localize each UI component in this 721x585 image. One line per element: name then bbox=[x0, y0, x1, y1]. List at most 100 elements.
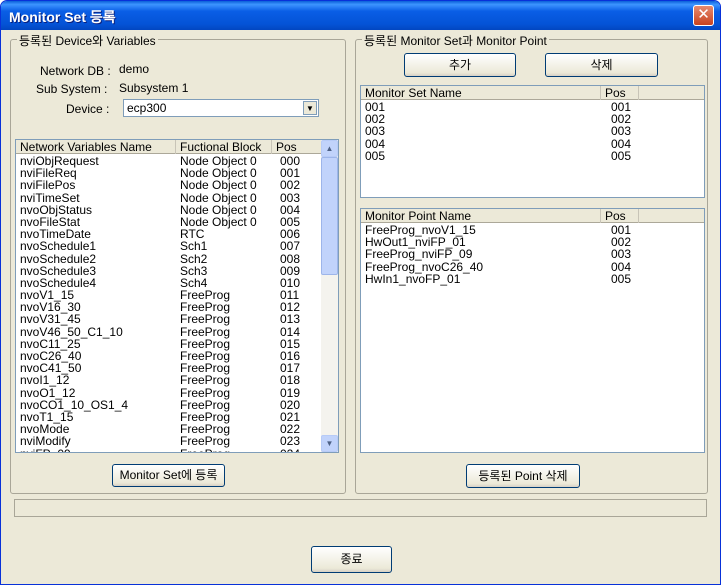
variable-row-cell: 017 bbox=[280, 361, 301, 376]
variable-row-cell: nvoC26_40 bbox=[20, 349, 82, 363]
monitor-set-row-cell: 005 bbox=[611, 148, 632, 163]
scroll-down-icon[interactable]: ▼ bbox=[321, 435, 338, 452]
monitor-point-row-cell: 005 bbox=[611, 271, 632, 286]
variable-row-cell: nviFileReq bbox=[20, 166, 77, 181]
monitor-set-row-cell: 004 bbox=[611, 136, 632, 151]
device-variables-group: 등록된 Device와 Variables Network DB : demo … bbox=[10, 32, 346, 494]
monitor-point-list-header: Monitor Point Name Pos bbox=[361, 209, 704, 223]
device-select[interactable]: ecp300 ▼ bbox=[123, 99, 319, 117]
variable-row-cell: FreeProg bbox=[180, 448, 230, 453]
column-header-set-pos[interactable]: Pos bbox=[601, 86, 639, 100]
variable-row-cell: 020 bbox=[280, 397, 301, 412]
variable-row-cell: nvoV16_30 bbox=[20, 300, 81, 315]
variable-row-cell: nvoI1_12 bbox=[20, 373, 70, 388]
monitor-set-list-header: Monitor Set Name Pos bbox=[361, 86, 704, 100]
add-button[interactable]: 추가 bbox=[404, 53, 516, 77]
variables-list[interactable]: Network Variables Name Fuctional Block P… bbox=[15, 139, 339, 453]
column-header-point-name[interactable]: Monitor Point Name bbox=[361, 209, 601, 223]
variable-row-cell: 018 bbox=[280, 373, 301, 388]
chevron-down-icon[interactable]: ▼ bbox=[303, 101, 317, 115]
monitor-set-row-cell: 003 bbox=[365, 124, 386, 139]
variable-row-cell: 008 bbox=[280, 251, 301, 266]
monitor-set-dialog: Monitor Set 등록 ✕ 등록된 Device와 Variables N… bbox=[0, 0, 721, 585]
monitor-set-group-title: 등록된 Monitor Set과 Monitor Point bbox=[362, 32, 549, 49]
variable-row-cell: 002 bbox=[280, 178, 301, 193]
variable-row-cell: 007 bbox=[280, 239, 301, 254]
device-select-value: ecp300 bbox=[127, 101, 167, 115]
scroll-up-icon[interactable]: ▲ bbox=[321, 140, 338, 157]
variable-row-cell: 005 bbox=[280, 214, 301, 229]
monitor-set-row-cell: 001 bbox=[611, 100, 632, 114]
variable-row-cell: nvoFileStat bbox=[20, 214, 81, 229]
variable-row-cell: RTC bbox=[180, 227, 205, 242]
column-header-set-name[interactable]: Monitor Set Name bbox=[361, 86, 601, 100]
monitor-set-list[interactable]: Monitor Set Name Pos 001 001 002 002 003 003 0… bbox=[360, 85, 705, 198]
variable-row-cell: FreeProg bbox=[180, 324, 231, 339]
variable-row-cell: FreeProg bbox=[180, 409, 231, 424]
monitor-point-row-cell: FreeProg_nvoC26_40 bbox=[365, 259, 484, 274]
dialog-client: 등록된 Device와 Variables Network DB : demo … bbox=[5, 30, 716, 582]
monitor-point-row-cell: 002 bbox=[611, 235, 632, 250]
column-header-block[interactable]: Fuctional Block bbox=[176, 140, 272, 154]
monitor-point-row-cell: HwIn1_nvoFP_01 bbox=[365, 271, 461, 286]
variable-row-cell: FreeProg bbox=[180, 361, 231, 376]
subsystem-label: Sub System : bbox=[36, 82, 108, 96]
monitor-set-row-cell: 001 bbox=[365, 100, 386, 114]
variable-row-cell: nviTimeSet bbox=[20, 190, 80, 205]
monitor-set-row-cell: 003 bbox=[611, 124, 632, 139]
variable-row-cell: FreeProg bbox=[180, 373, 231, 388]
delete-button[interactable]: 삭제 bbox=[545, 53, 658, 77]
close-window-button[interactable]: ✕ bbox=[693, 5, 714, 26]
variable-row-cell: nviFP_09 bbox=[20, 448, 71, 453]
variable-row-cell: nviObjRequest bbox=[20, 154, 99, 168]
variable-row-cell: FreeProg bbox=[180, 312, 231, 327]
column-header-point-pos[interactable]: Pos bbox=[601, 209, 639, 223]
variable-row-cell: Node Object 0 bbox=[180, 178, 257, 193]
variable-row-cell: 021 bbox=[280, 409, 301, 424]
variable-row-cell: nvoV46_50_C1_10 bbox=[20, 324, 123, 339]
variable-row-cell: 015 bbox=[280, 336, 301, 351]
column-header-name[interactable]: Network Variables Name bbox=[16, 140, 176, 154]
variable-row-cell: Node Object 0 bbox=[180, 190, 257, 205]
variable-row-cell: FreeProg bbox=[180, 336, 231, 351]
monitor-point-row-cell: 001 bbox=[611, 223, 632, 237]
variable-row-cell: 016 bbox=[280, 349, 301, 363]
variable-row-cell: 023 bbox=[280, 434, 301, 449]
variable-row-cell: 000 bbox=[280, 154, 301, 168]
title-bar[interactable]: Monitor Set 등록 ✕ bbox=[1, 1, 720, 30]
device-label: Device : bbox=[66, 102, 110, 116]
variable-row-cell: FreeProg bbox=[180, 397, 231, 412]
subsystem-value: Subsystem 1 bbox=[119, 81, 189, 95]
variable-row-cell: nvoMode bbox=[20, 422, 70, 437]
variable-row-cell: nviFilePos bbox=[20, 178, 76, 193]
status-bar bbox=[14, 499, 707, 517]
delete-point-button[interactable]: 등록된 Point 삭제 bbox=[466, 464, 580, 488]
device-variables-group-title: 등록된 Device와 Variables bbox=[17, 32, 158, 49]
variable-row-cell: nvoT1_15 bbox=[20, 409, 74, 424]
variable-row-cell: 024 bbox=[280, 448, 300, 453]
monitor-point-list[interactable]: Monitor Point Name Pos FreeProg_nvoV1_15… bbox=[360, 208, 705, 453]
variable-row-cell: 001 bbox=[280, 166, 301, 181]
variable-row-cell: 019 bbox=[280, 385, 301, 400]
variable-row-cell: FreeProg bbox=[180, 434, 231, 449]
variable-row-cell: nvoSchedule2 bbox=[20, 251, 97, 266]
variable-row-cell: Sch1 bbox=[180, 239, 208, 254]
variable-row-cell: FreeProg bbox=[180, 349, 231, 363]
variable-row-cell: Sch4 bbox=[180, 275, 208, 290]
variable-row-cell: 013 bbox=[280, 312, 301, 327]
variable-row-cell: nviModify bbox=[20, 434, 71, 449]
scroll-thumb[interactable] bbox=[321, 157, 338, 275]
variable-row-cell: nvoSchedule4 bbox=[20, 275, 97, 290]
monitor-set-row-cell: 002 bbox=[611, 112, 632, 127]
variable-row-cell: nvoV1_15 bbox=[20, 288, 75, 303]
monitor-point-row-cell: HwOut1_nviFP_01 bbox=[365, 235, 466, 250]
column-header-pos[interactable]: Pos bbox=[272, 140, 323, 154]
variable-row-cell: FreeProg bbox=[180, 385, 231, 400]
variable-row-cell: 003 bbox=[280, 190, 301, 205]
network-db-label: Network DB : bbox=[40, 64, 111, 78]
register-monitor-set-button[interactable]: Monitor Set에 등록 bbox=[112, 464, 225, 487]
variable-row-cell: 022 bbox=[280, 422, 301, 437]
close-button[interactable]: 종료 bbox=[311, 546, 392, 573]
monitor-point-row-cell: FreeProg_nvoV1_15 bbox=[365, 223, 476, 237]
variables-scrollbar[interactable]: ▲ ▼ bbox=[321, 140, 338, 452]
